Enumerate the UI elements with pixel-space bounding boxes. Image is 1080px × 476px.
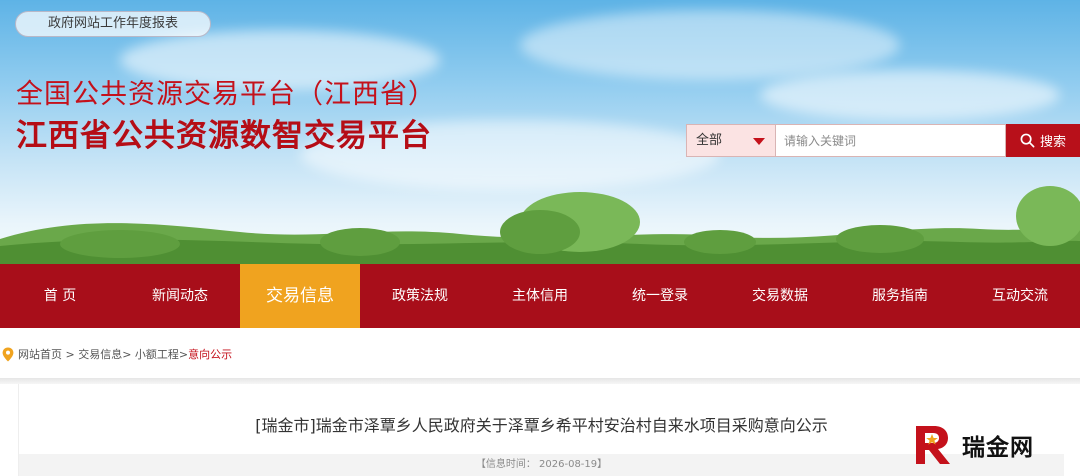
watermark: 瑞金网 bbox=[910, 421, 1034, 469]
watermark-text: 瑞金网 bbox=[962, 435, 1034, 461]
search-icon bbox=[1020, 133, 1035, 148]
site-title-line2: 江西省公共资源数智交易平台 bbox=[16, 118, 432, 154]
search-button[interactable]: 搜索 bbox=[1006, 124, 1080, 157]
nav-item[interactable]: 主体信用 bbox=[480, 264, 600, 328]
search-category-select[interactable]: 全部 bbox=[686, 124, 776, 157]
breadcrumb-path[interactable]: 网站首页 > 交易信息> 小额工程> bbox=[18, 346, 188, 362]
nav-item[interactable]: 交易信息 bbox=[240, 264, 360, 328]
nav-item[interactable]: 服务指南 bbox=[840, 264, 960, 328]
search-category-value: 全部 bbox=[696, 133, 723, 148]
search-bar: 全部 搜索 bbox=[686, 124, 1080, 157]
sky-cloud bbox=[520, 10, 900, 80]
annual-report-link[interactable]: 政府网站工作年度报表 bbox=[15, 11, 211, 37]
nav-item[interactable]: 交易数据 bbox=[720, 264, 840, 328]
sky-cloud bbox=[760, 70, 1060, 120]
main-nav: 首 页新闻动态 交易信息 政策法规 主体信用 统一登录 交易数据 服务指南 互动交流 bbox=[0, 264, 1080, 328]
site-title-line1: 全国公共资源交易平台（江西省） bbox=[16, 79, 436, 110]
nav-item[interactable]: 首 页 bbox=[0, 264, 120, 328]
nav-item[interactable]: 互动交流 bbox=[960, 264, 1080, 328]
location-pin-icon bbox=[2, 347, 14, 361]
site-header: 政府网站工作年度报表 全国公共资源交易平台（江西省） 江西省公共资源数智交易平台… bbox=[0, 0, 1080, 264]
landscape-illustration bbox=[0, 186, 1080, 264]
nav-item[interactable]: 政策法规 bbox=[360, 264, 480, 328]
breadcrumb: 网站首页 > 交易信息> 小额工程> 意向公示 bbox=[0, 328, 1080, 380]
search-button-label: 搜索 bbox=[1039, 135, 1066, 150]
article-title: [瑞金市]瑞金市泽覃乡人民政府关于泽覃乡希平村安治村自来水项目采购意向公示 bbox=[255, 416, 828, 435]
article-info-bar: 【信息时间： 2026-08-19】 bbox=[19, 454, 1064, 476]
nav-item[interactable]: 统一登录 bbox=[600, 264, 720, 328]
nav-item[interactable]: 新闻动态 bbox=[120, 264, 240, 328]
chevron-down-icon bbox=[753, 138, 765, 145]
search-input[interactable] bbox=[776, 124, 1006, 157]
breadcrumb-current: 意向公示 bbox=[188, 348, 233, 361]
ruijin-logo-icon bbox=[916, 426, 950, 464]
